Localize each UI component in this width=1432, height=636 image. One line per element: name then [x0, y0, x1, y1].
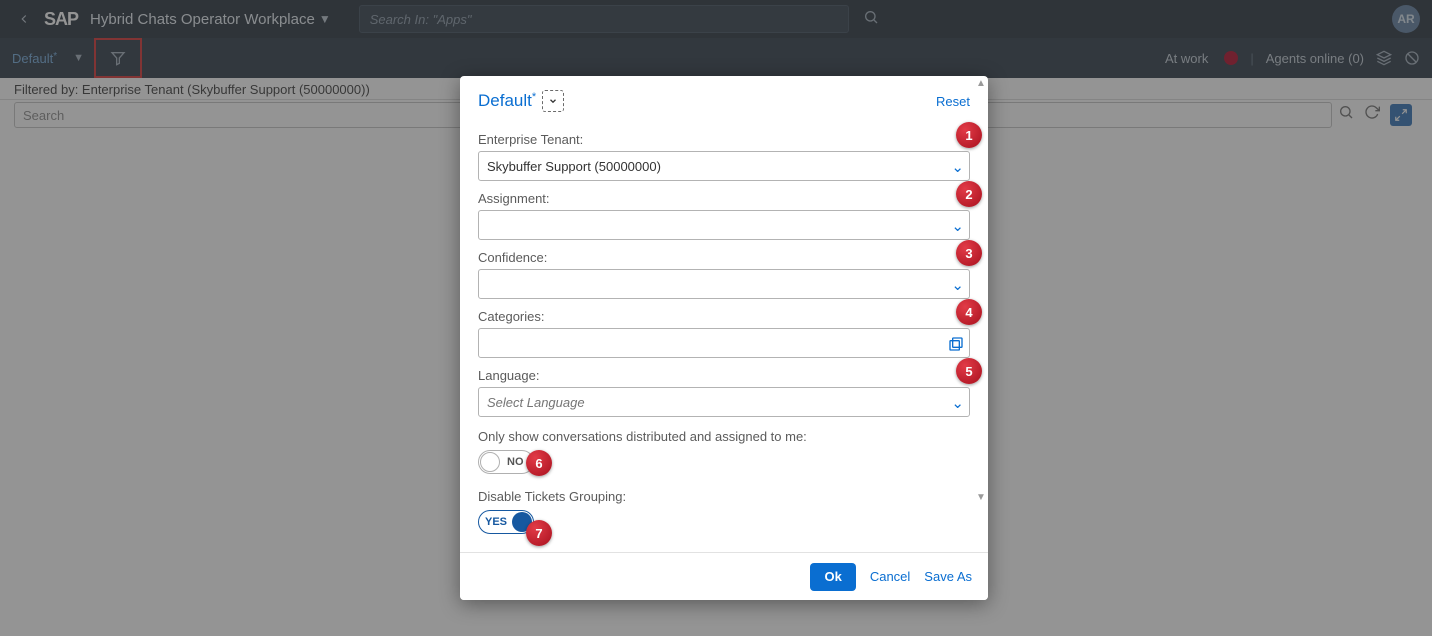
field-enterprise-tenant: Enterprise Tenant: ⌄ 1 — [478, 132, 970, 181]
field-label: Assignment: — [478, 191, 970, 206]
assignment-select[interactable] — [478, 210, 970, 240]
annotation-marker-4: 4 — [956, 299, 982, 325]
toggle-label: Disable Tickets Grouping: — [478, 489, 970, 504]
confidence-select[interactable] — [478, 269, 970, 299]
toggle-only-mine: Only show conversations distributed and … — [478, 429, 970, 477]
field-label: Language: — [478, 368, 970, 383]
annotation-marker-2: 2 — [956, 181, 982, 207]
annotation-marker-7: 7 — [526, 520, 552, 546]
dialog-fields: Enterprise Tenant: ⌄ 1 Assignment: ⌄ 2 C… — [460, 118, 988, 538]
annotation-marker-3: 3 — [956, 240, 982, 266]
value-help-icon[interactable] — [948, 336, 964, 352]
annotation-marker-6: 6 — [526, 450, 552, 476]
dialog-header: Default* Reset — [460, 76, 988, 118]
annotation-marker-5: 5 — [956, 358, 982, 384]
save-as-button[interactable]: Save As — [924, 569, 972, 584]
cancel-button[interactable]: Cancel — [870, 569, 910, 584]
language-select[interactable] — [478, 387, 970, 417]
toggle-disable-grouping: Disable Tickets Grouping: YES 7 — [478, 489, 970, 534]
switch-text: NO — [507, 456, 524, 468]
dialog-scroll-area: ▲ Default* Reset Enterprise Tenant: ⌄ 1 … — [460, 76, 988, 552]
field-confidence: Confidence: ⌄ 3 — [478, 250, 970, 299]
enterprise-tenant-select[interactable] — [478, 151, 970, 181]
field-label: Categories: — [478, 309, 970, 324]
reset-link[interactable]: Reset — [936, 94, 970, 109]
field-label: Confidence: — [478, 250, 970, 265]
field-language: Language: ⌄ 5 — [478, 368, 970, 417]
categories-input[interactable] — [478, 328, 970, 358]
scroll-up-arrow[interactable]: ▲ — [976, 78, 986, 88]
scroll-down-arrow[interactable]: ▼ — [976, 492, 986, 502]
field-assignment: Assignment: ⌄ 2 — [478, 191, 970, 240]
dialog-variant-dropdown[interactable] — [542, 90, 564, 112]
annotation-marker-1: 1 — [956, 122, 982, 148]
dialog-variant-title[interactable]: Default* — [478, 91, 536, 111]
dialog-footer: Ok Cancel Save As — [460, 552, 988, 600]
field-categories: Categories: 4 — [478, 309, 970, 358]
field-label: Enterprise Tenant: — [478, 132, 970, 147]
toggle-label: Only show conversations distributed and … — [478, 429, 970, 444]
filter-dialog: ▲ Default* Reset Enterprise Tenant: ⌄ 1 … — [460, 76, 988, 600]
switch-text: YES — [485, 516, 507, 528]
dialog-variant-label: Default — [478, 91, 532, 110]
switch-knob — [480, 452, 500, 472]
ok-button[interactable]: Ok — [810, 563, 855, 591]
